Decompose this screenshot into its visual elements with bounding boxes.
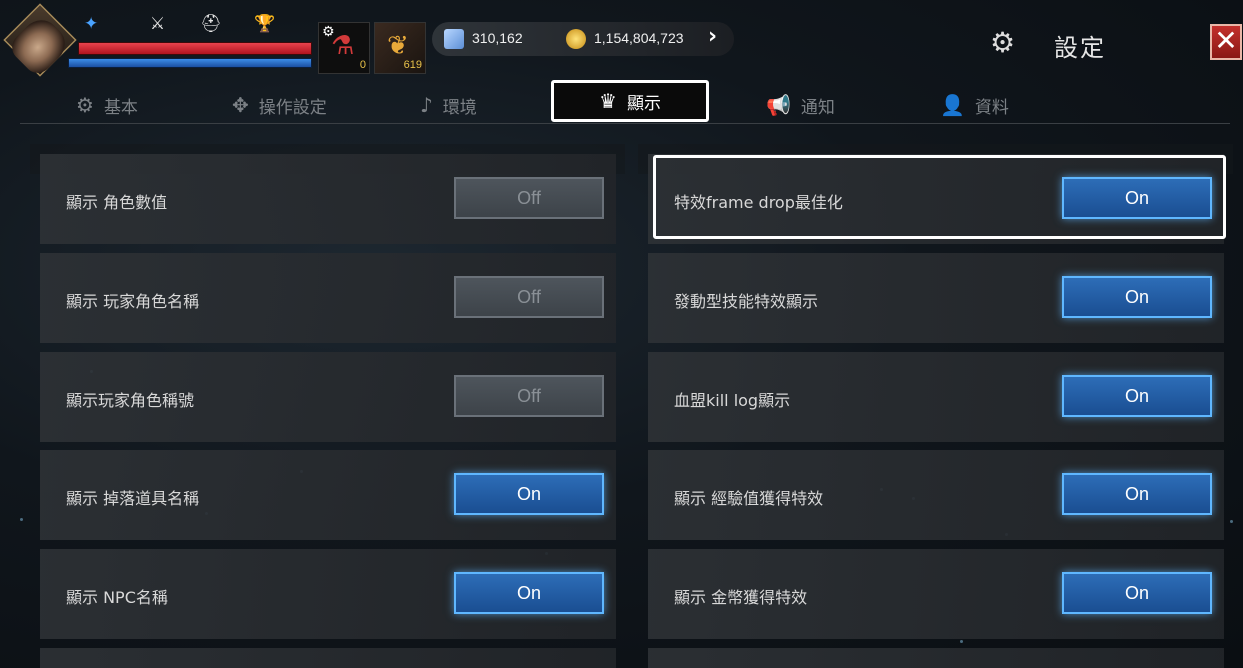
settings-tabs: ⚙ 基本 ✥ 操作設定 ♪ 環境 ♛ 顯示 📢 通知 👤 資料	[20, 80, 1230, 124]
gold-coin-icon	[566, 29, 586, 49]
setting-label: 顯示 金幣獲得特效	[674, 588, 808, 607]
toggle-button[interactable]: On	[1062, 375, 1212, 417]
setting-row: 血盟kill log顯示 On	[648, 352, 1224, 442]
tab-label: 基本	[103, 97, 138, 118]
toggle-button[interactable]: On	[454, 473, 604, 515]
tab-display[interactable]: ♛ 顯示	[551, 80, 709, 122]
close-button[interactable]: ✕	[1210, 24, 1242, 60]
setting-row: 顯示玩家角色稱號 Off	[40, 352, 616, 442]
diamond-amount: 310,162	[472, 30, 523, 46]
user-info-icon: 👤	[940, 93, 965, 117]
setting-row: 顯示 NPC名稱 On	[40, 549, 616, 639]
setting-label: 顯示 角色數值	[66, 193, 168, 212]
setting-label: 顯示 經驗值獲得特效	[674, 489, 824, 508]
avatar	[6, 12, 73, 79]
setting-label: 顯示 掉落道具名稱	[66, 489, 200, 508]
setting-label: 顯示 NPC名稱	[66, 588, 168, 607]
move-icon: ✥	[232, 93, 249, 117]
leaf-slot[interactable]: ❦ 619	[374, 22, 426, 74]
potion-count: 0	[359, 59, 366, 71]
toggle-button[interactable]: Off	[454, 177, 604, 219]
buff-list-icon[interactable]: ✦	[84, 14, 98, 34]
leaf-icon: ❦	[387, 31, 409, 61]
settings-gear-icon: ⚙	[990, 26, 1016, 59]
toggle-button[interactable]: On	[1062, 473, 1212, 515]
music-note-icon: ♪	[420, 93, 433, 117]
setting-row: 顯示 掉落道具名稱 On	[40, 450, 616, 540]
toggle-button[interactable]: On	[1062, 276, 1212, 318]
gear-icon: ⚙	[76, 93, 94, 117]
display-icon: ♛	[599, 89, 617, 113]
setting-label: 發動型技能特效顯示	[674, 292, 819, 311]
setting-label: 顯示玩家角色稱號	[66, 391, 195, 410]
character-portrait[interactable]	[3, 3, 77, 79]
setting-row: 發動型技能特效顯示 On	[648, 253, 1224, 343]
toggle-button[interactable]: On	[1062, 572, 1212, 614]
tab-controls[interactable]: ✥ 操作設定	[232, 88, 327, 122]
hp-bar	[78, 42, 312, 55]
megaphone-icon: 📢	[766, 93, 791, 117]
tab-environment[interactable]: ♪ 環境	[420, 88, 477, 122]
page-title: 設定	[1054, 34, 1106, 62]
setting-row: 顯示 角色數值 Off	[40, 154, 616, 244]
setting-row-partial	[648, 648, 1224, 668]
trophy-icon[interactable]: 🏆	[254, 14, 275, 34]
chevron-right-icon[interactable]: ›	[708, 24, 717, 49]
tab-label: 操作設定	[258, 97, 327, 118]
setting-label: 顯示 玩家角色名稱	[66, 292, 200, 311]
tab-notifications[interactable]: 📢 通知	[766, 88, 835, 122]
setting-row: 顯示 玩家角色名稱 Off	[40, 253, 616, 343]
tab-label: 資料	[974, 97, 1009, 118]
top-hud: ✦ ⚔ ⛑ 🏆 ⚙ ⚗ 0 ❦ 619 310,162 1,154,804,72…	[0, 0, 1243, 84]
diamond-icon	[444, 29, 464, 49]
tab-basic[interactable]: ⚙ 基本	[76, 88, 138, 122]
mp-bar	[68, 58, 312, 68]
setting-row: 顯示 經驗值獲得特效 On	[648, 450, 1224, 540]
tab-label: 通知	[800, 97, 835, 118]
setting-row-partial	[40, 648, 616, 668]
potion-icon: ⚗	[331, 31, 355, 61]
sword-icon[interactable]: ⚔	[150, 14, 165, 34]
toggle-button[interactable]: On	[454, 572, 604, 614]
tab-label: 顯示	[626, 93, 661, 114]
tab-data[interactable]: 👤 資料	[940, 88, 1009, 122]
toggle-button[interactable]: Off	[454, 375, 604, 417]
setting-row: 顯示 金幣獲得特效 On	[648, 549, 1224, 639]
currency-bar[interactable]: 310,162 1,154,804,723 ›	[432, 22, 734, 56]
leaf-count: 619	[403, 59, 422, 71]
gold-amount: 1,154,804,723	[594, 30, 684, 46]
setting-label: 血盟kill log顯示	[674, 391, 791, 410]
focus-highlight	[653, 155, 1226, 239]
tab-label: 環境	[442, 97, 477, 118]
toggle-button[interactable]: Off	[454, 276, 604, 318]
potion-slot[interactable]: ⚙ ⚗ 0	[318, 22, 370, 74]
helmet-icon[interactable]: ⛑	[200, 14, 222, 34]
